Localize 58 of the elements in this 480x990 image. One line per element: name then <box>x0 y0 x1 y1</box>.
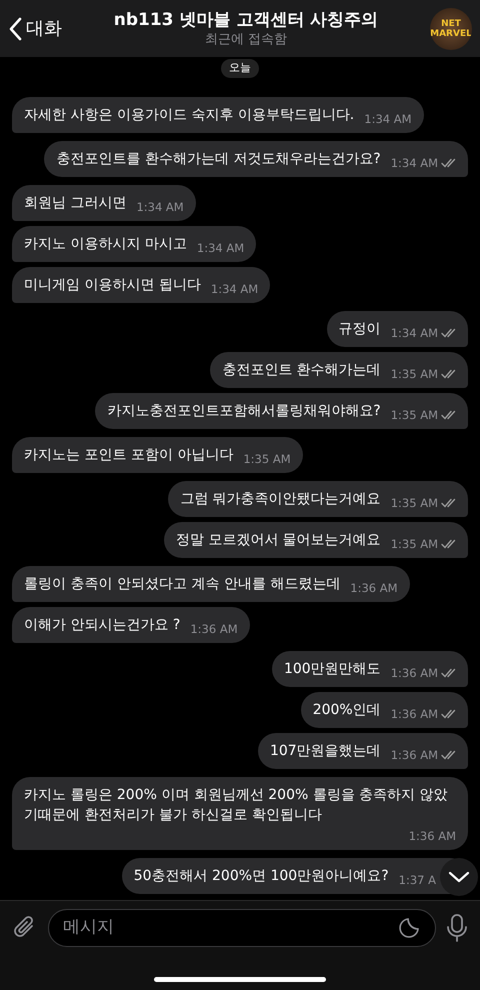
avatar[interactable]: NET MARVEL <box>430 8 472 50</box>
message-text: 카지노 이용하시지 마시고 <box>24 234 187 254</box>
message-time: 1:35 AM <box>390 366 438 382</box>
microphone-icon[interactable] <box>446 913 468 943</box>
double-check-icon <box>441 498 456 508</box>
message-text: 충전포인트 환수해가는데 <box>222 360 381 380</box>
message-time: 1:36 AM <box>390 746 438 764</box>
chat-status: 최근에 접속함 <box>204 31 288 48</box>
message-time: 1:36 AM <box>390 664 438 682</box>
message-text: 규정이 <box>338 320 381 339</box>
message-time: 1:35 AM <box>390 536 438 552</box>
message-time: 1:34 AM <box>196 240 244 256</box>
message-time: 1:35 AM <box>243 450 291 468</box>
message-time: 1:34 AM <box>390 154 438 172</box>
message-text: 107만원을했는데 <box>270 742 381 761</box>
message-time: 1:34 AM <box>210 280 258 298</box>
message-time: 1:37 A <box>398 872 436 889</box>
message-text: 이해가 안되시는건가요 ? <box>24 616 180 635</box>
message-text: 롤링이 충족이 안되셨다고 계속 안내를 해드렸는데 <box>24 574 340 594</box>
message-text: 자세한 사항은 이용가이드 숙지후 이용부탁드립니다. <box>24 106 354 125</box>
avatar-text: MARVEL <box>430 28 472 38</box>
message-time: 1:36 AM <box>408 828 456 845</box>
double-check-icon <box>441 410 456 420</box>
message-text: 100만원만해도 <box>284 660 381 679</box>
message-text: 50충전해서 200%면 100만원아니예요? <box>134 867 389 886</box>
sticker-icon[interactable] <box>397 916 421 940</box>
message-text: 그럼 뭐가충족이안됐다는거예요 <box>180 490 381 509</box>
message-text: 미니게임 이용하시면 됩니다 <box>24 276 201 295</box>
message-text: 충전포인트를 환수해가는데 저것도채우라는건가요? <box>56 150 381 169</box>
date-pill: 오늘 <box>221 59 259 78</box>
message-text: 카지노는 포인트 포함이 아닙니다 <box>24 446 234 465</box>
message-text: 카지노 롤링은 200% 이며 회원님께선 200% 롤링을 충족하지 않았기때문에 환전처리가 불가 하신걸로 확인됩니다 <box>24 786 449 825</box>
message-time: 1:34 AM <box>364 110 412 128</box>
message-time: 1:36 AM <box>390 706 438 722</box>
chevron-left-icon <box>8 16 22 40</box>
message-time: 1:34 AM <box>136 198 184 216</box>
message-text: 카지노충전포인트포함해서롤링채워야해요? <box>107 402 381 421</box>
double-check-icon <box>441 668 456 678</box>
message-field[interactable]: 메시지 <box>48 909 436 947</box>
message-time: 1:35 AM <box>390 406 438 424</box>
avatar-text: NET <box>441 18 461 28</box>
chevron-down-icon <box>448 871 470 883</box>
double-check-icon <box>441 750 456 760</box>
double-check-icon <box>441 539 456 550</box>
message-text: 회원님 그러시면 <box>24 194 126 213</box>
message-time: 1:36 AM <box>190 620 238 638</box>
scroll-down-button[interactable] <box>440 858 478 896</box>
message-time: 1:35 AM <box>390 494 438 512</box>
double-check-icon <box>441 709 456 720</box>
back-button[interactable]: 대화 <box>8 15 62 42</box>
double-check-icon <box>441 328 456 338</box>
message-text: 200%인데 <box>312 700 381 720</box>
double-check-icon <box>441 158 456 168</box>
message-time: 1:34 AM <box>390 324 438 342</box>
double-check-icon <box>441 369 456 380</box>
message-time: 1:36 AM <box>350 580 398 596</box>
chat-title: nb113 넷마블 고객센터 사칭주의 <box>114 9 378 31</box>
message-text: 정말 모르겠어서 물어보는거예요 <box>176 530 381 550</box>
